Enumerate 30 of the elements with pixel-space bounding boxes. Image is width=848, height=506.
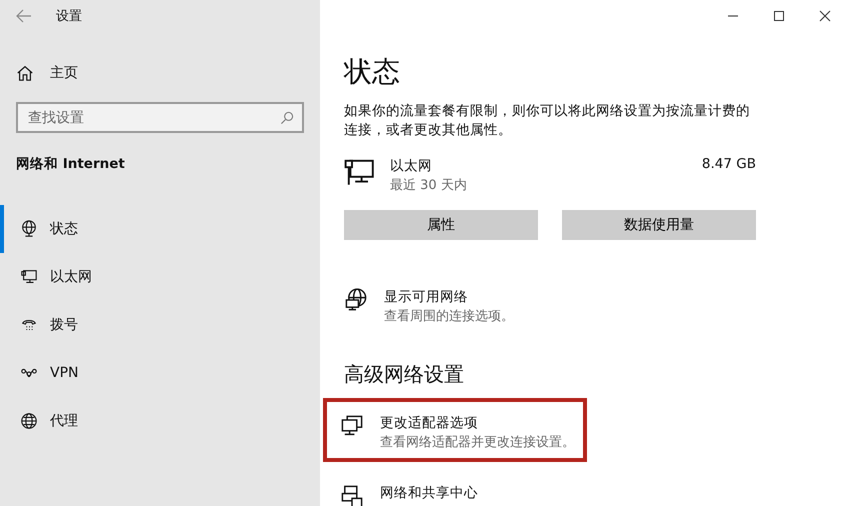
nav-item[interactable]: VPN	[0, 349, 320, 397]
link-title[interactable]: 显示可用网络	[384, 288, 514, 307]
globe-pc-icon	[344, 288, 368, 312]
nav-item[interactable]: 拨号	[0, 301, 320, 349]
monitors-icon	[340, 414, 364, 438]
home-icon	[16, 64, 34, 82]
usage-period: 最近 30 天内	[390, 177, 468, 195]
link-title[interactable]: 网络和共享中心	[380, 484, 478, 503]
window-title: 设置	[56, 8, 82, 25]
section-heading: 高级网络设置	[344, 361, 465, 388]
home-link[interactable]: 主页	[50, 64, 78, 82]
data-usage: 8.47 GB	[702, 156, 756, 174]
monitor-icon	[20, 268, 38, 286]
settings-link[interactable]: 网络和共享中心	[323, 468, 490, 506]
search-field[interactable]: 查找设置	[16, 102, 304, 133]
link-title[interactable]: 更改适配器选项	[380, 414, 575, 433]
globe-icon	[20, 412, 38, 430]
action-button[interactable]: 数据使用量	[562, 210, 756, 240]
connection-name: 以太网	[390, 157, 433, 176]
action-button[interactable]: 属性	[344, 210, 538, 240]
search-icon	[279, 110, 295, 126]
highlight-frame[interactable]: 更改适配器选项 查看网络适配器并更改连接设置。	[323, 398, 587, 462]
nav-item[interactable]: 代理	[0, 397, 320, 445]
page-title: 状态	[344, 54, 401, 90]
globe-pc-icon	[20, 220, 38, 238]
section-title: 网络和 Internet	[16, 155, 126, 173]
description-text: 如果你的流量套餐有限制，则你可以将此网络设置为按流量计费的连接，或者更改其他属性。	[344, 102, 751, 140]
link-subtitle: 查看网络适配器并更改连接设置。	[380, 434, 575, 452]
nav-item[interactable]: 以太网	[0, 253, 320, 301]
link-subtitle: 查看周围的连接选项。	[384, 308, 514, 326]
